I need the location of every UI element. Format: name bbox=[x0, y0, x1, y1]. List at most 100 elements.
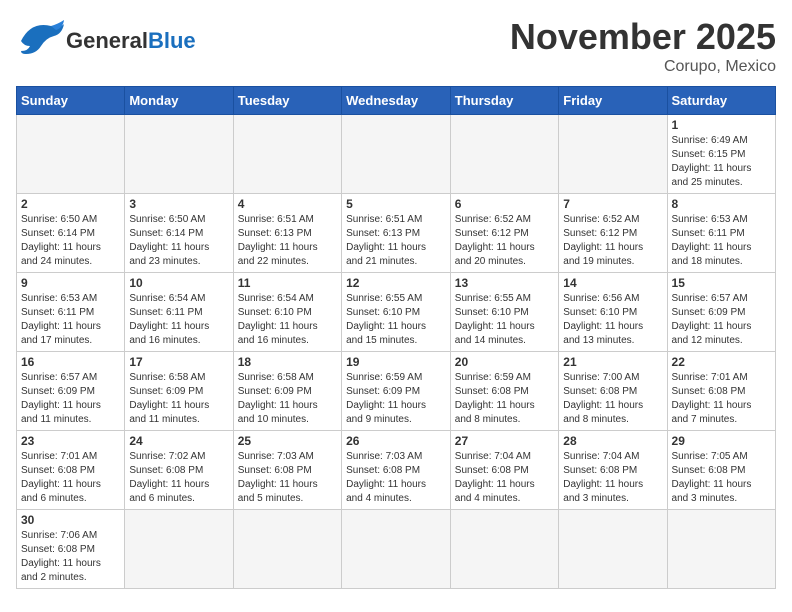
calendar-cell bbox=[125, 510, 233, 589]
calendar-cell bbox=[233, 115, 341, 194]
calendar-cell: 29Sunrise: 7:05 AM Sunset: 6:08 PM Dayli… bbox=[667, 431, 775, 510]
day-info: Sunrise: 6:51 AM Sunset: 6:13 PM Dayligh… bbox=[346, 213, 446, 269]
calendar-cell: 19Sunrise: 6:59 AM Sunset: 6:09 PM Dayli… bbox=[342, 352, 451, 431]
day-info: Sunrise: 6:52 AM Sunset: 6:12 PM Dayligh… bbox=[563, 213, 662, 269]
calendar-cell: 14Sunrise: 6:56 AM Sunset: 6:10 PM Dayli… bbox=[559, 273, 667, 352]
day-number: 10 bbox=[129, 276, 228, 290]
title-section: November 2025 Corupo, Mexico bbox=[510, 16, 776, 76]
day-number: 1 bbox=[672, 118, 771, 132]
day-info: Sunrise: 6:59 AM Sunset: 6:08 PM Dayligh… bbox=[455, 371, 554, 427]
calendar-cell bbox=[125, 115, 233, 194]
day-info: Sunrise: 7:03 AM Sunset: 6:08 PM Dayligh… bbox=[346, 450, 446, 506]
calendar-cell: 2 Sunrise: 6:50 AM Sunset: 6:14 PM Daylig… bbox=[17, 194, 125, 273]
day-number: 8 bbox=[672, 197, 771, 211]
calendar-cell: 18 Sunrise: 6:58 AM Sunset: 6:09 PM Dayli… bbox=[233, 352, 341, 431]
calendar-cell: 23 Sunrise: 7:01 AM Sunset: 6:08 PM Dayli… bbox=[17, 431, 125, 510]
day-number: 18 bbox=[238, 355, 337, 369]
calendar-cell bbox=[559, 510, 667, 589]
calendar-week-5: 23 Sunrise: 7:01 AM Sunset: 6:08 PM Dayli… bbox=[17, 431, 776, 510]
calendar-cell bbox=[342, 510, 451, 589]
day-info: Sunrise: 6:58 AM Sunset: 6:09 PM Dayligh… bbox=[129, 371, 228, 427]
calendar-cell: 24Sunrise: 7:02 AM Sunset: 6:08 PM Dayli… bbox=[125, 431, 233, 510]
day-info: Sunrise: 7:01 AM Sunset: 6:08 PM Dayligh… bbox=[21, 450, 120, 506]
calendar-cell: 8 Sunrise: 6:53 AM Sunset: 6:11 PM Daylig… bbox=[667, 194, 775, 273]
logo-text: General Blue bbox=[66, 29, 196, 53]
day-info: Sunrise: 6:57 AM Sunset: 6:09 PM Dayligh… bbox=[672, 292, 771, 348]
logo-general: General bbox=[66, 29, 148, 53]
day-info: Sunrise: 6:55 AM Sunset: 6:10 PM Dayligh… bbox=[346, 292, 446, 348]
day-info: Sunrise: 6:50 AM Sunset: 6:14 PM Dayligh… bbox=[21, 213, 120, 269]
calendar-week-3: 9Sunrise: 6:53 AM Sunset: 6:11 PM Daylig… bbox=[17, 273, 776, 352]
day-number: 7 bbox=[563, 197, 662, 211]
day-info: Sunrise: 6:52 AM Sunset: 6:12 PM Dayligh… bbox=[455, 213, 554, 269]
calendar-cell: 4 Sunrise: 6:51 AM Sunset: 6:13 PM Daylig… bbox=[233, 194, 341, 273]
day-info: Sunrise: 6:51 AM Sunset: 6:13 PM Dayligh… bbox=[238, 213, 337, 269]
day-info: Sunrise: 6:50 AM Sunset: 6:14 PM Dayligh… bbox=[129, 213, 228, 269]
calendar-cell: 22Sunrise: 7:01 AM Sunset: 6:08 PM Dayli… bbox=[667, 352, 775, 431]
calendar-week-2: 2 Sunrise: 6:50 AM Sunset: 6:14 PM Daylig… bbox=[17, 194, 776, 273]
day-number: 28 bbox=[563, 434, 662, 448]
day-info: Sunrise: 6:56 AM Sunset: 6:10 PM Dayligh… bbox=[563, 292, 662, 348]
day-info: Sunrise: 6:55 AM Sunset: 6:10 PM Dayligh… bbox=[455, 292, 554, 348]
day-number: 27 bbox=[455, 434, 554, 448]
page-header: General Blue November 2025 Corupo, Mexic… bbox=[16, 16, 776, 76]
day-info: Sunrise: 6:53 AM Sunset: 6:11 PM Dayligh… bbox=[21, 292, 120, 348]
day-number: 15 bbox=[672, 276, 771, 290]
day-number: 25 bbox=[238, 434, 337, 448]
calendar-cell: 21Sunrise: 7:00 AM Sunset: 6:08 PM Dayli… bbox=[559, 352, 667, 431]
calendar-cell: 6 Sunrise: 6:52 AM Sunset: 6:12 PM Daylig… bbox=[450, 194, 558, 273]
day-info: Sunrise: 6:54 AM Sunset: 6:10 PM Dayligh… bbox=[238, 292, 337, 348]
weekday-header-friday: Friday bbox=[559, 87, 667, 115]
logo-bird-icon bbox=[16, 16, 66, 61]
calendar-cell bbox=[342, 115, 451, 194]
calendar-cell bbox=[17, 115, 125, 194]
calendar-week-4: 16Sunrise: 6:57 AM Sunset: 6:09 PM Dayli… bbox=[17, 352, 776, 431]
day-number: 3 bbox=[129, 197, 228, 211]
day-number: 26 bbox=[346, 434, 446, 448]
calendar-cell: 25 Sunrise: 7:03 AM Sunset: 6:08 PM Dayli… bbox=[233, 431, 341, 510]
calendar-cell bbox=[450, 510, 558, 589]
day-info: Sunrise: 6:58 AM Sunset: 6:09 PM Dayligh… bbox=[238, 371, 337, 427]
calendar-cell: 3 Sunrise: 6:50 AM Sunset: 6:14 PM Daylig… bbox=[125, 194, 233, 273]
calendar-cell: 11 Sunrise: 6:54 AM Sunset: 6:10 PM Dayli… bbox=[233, 273, 341, 352]
calendar-cell: 26 Sunrise: 7:03 AM Sunset: 6:08 PM Dayli… bbox=[342, 431, 451, 510]
calendar-cell: 9Sunrise: 6:53 AM Sunset: 6:11 PM Daylig… bbox=[17, 273, 125, 352]
day-info: Sunrise: 6:53 AM Sunset: 6:11 PM Dayligh… bbox=[672, 213, 771, 269]
day-info: Sunrise: 7:03 AM Sunset: 6:08 PM Dayligh… bbox=[238, 450, 337, 506]
day-number: 17 bbox=[129, 355, 228, 369]
calendar-cell bbox=[667, 510, 775, 589]
calendar-cell: 20 Sunrise: 6:59 AM Sunset: 6:08 PM Dayli… bbox=[450, 352, 558, 431]
calendar-week-6: 30Sunrise: 7:06 AM Sunset: 6:08 PM Dayli… bbox=[17, 510, 776, 589]
day-number: 20 bbox=[455, 355, 554, 369]
calendar-cell: 7 Sunrise: 6:52 AM Sunset: 6:12 PM Daylig… bbox=[559, 194, 667, 273]
day-number: 2 bbox=[21, 197, 120, 211]
day-number: 21 bbox=[563, 355, 662, 369]
calendar-week-1: 1 Sunrise: 6:49 AM Sunset: 6:15 PM Daylig… bbox=[17, 115, 776, 194]
month-title: November 2025 bbox=[510, 16, 776, 58]
calendar-cell: 10Sunrise: 6:54 AM Sunset: 6:11 PM Dayli… bbox=[125, 273, 233, 352]
calendar-cell bbox=[559, 115, 667, 194]
day-number: 23 bbox=[21, 434, 120, 448]
calendar-cell: 17 Sunrise: 6:58 AM Sunset: 6:09 PM Dayli… bbox=[125, 352, 233, 431]
weekday-header-monday: Monday bbox=[125, 87, 233, 115]
day-number: 19 bbox=[346, 355, 446, 369]
calendar-cell: 1 Sunrise: 6:49 AM Sunset: 6:15 PM Daylig… bbox=[667, 115, 775, 194]
day-info: Sunrise: 7:01 AM Sunset: 6:08 PM Dayligh… bbox=[672, 371, 771, 427]
calendar-header-row: SundayMondayTuesdayWednesdayThursdayFrid… bbox=[17, 87, 776, 115]
calendar-cell: 5 Sunrise: 6:51 AM Sunset: 6:13 PM Daylig… bbox=[342, 194, 451, 273]
weekday-header-saturday: Saturday bbox=[667, 87, 775, 115]
calendar-cell: 28 Sunrise: 7:04 AM Sunset: 6:08 PM Dayli… bbox=[559, 431, 667, 510]
weekday-header-wednesday: Wednesday bbox=[342, 87, 451, 115]
day-number: 4 bbox=[238, 197, 337, 211]
logo: General Blue bbox=[16, 16, 196, 66]
day-info: Sunrise: 7:04 AM Sunset: 6:08 PM Dayligh… bbox=[563, 450, 662, 506]
day-number: 11 bbox=[238, 276, 337, 290]
day-number: 5 bbox=[346, 197, 446, 211]
calendar-cell: 27Sunrise: 7:04 AM Sunset: 6:08 PM Dayli… bbox=[450, 431, 558, 510]
weekday-header-thursday: Thursday bbox=[450, 87, 558, 115]
calendar-cell: 15 Sunrise: 6:57 AM Sunset: 6:09 PM Dayli… bbox=[667, 273, 775, 352]
calendar: SundayMondayTuesdayWednesdayThursdayFrid… bbox=[16, 86, 776, 589]
day-info: Sunrise: 6:49 AM Sunset: 6:15 PM Dayligh… bbox=[672, 134, 771, 190]
day-number: 24 bbox=[129, 434, 228, 448]
day-number: 6 bbox=[455, 197, 554, 211]
